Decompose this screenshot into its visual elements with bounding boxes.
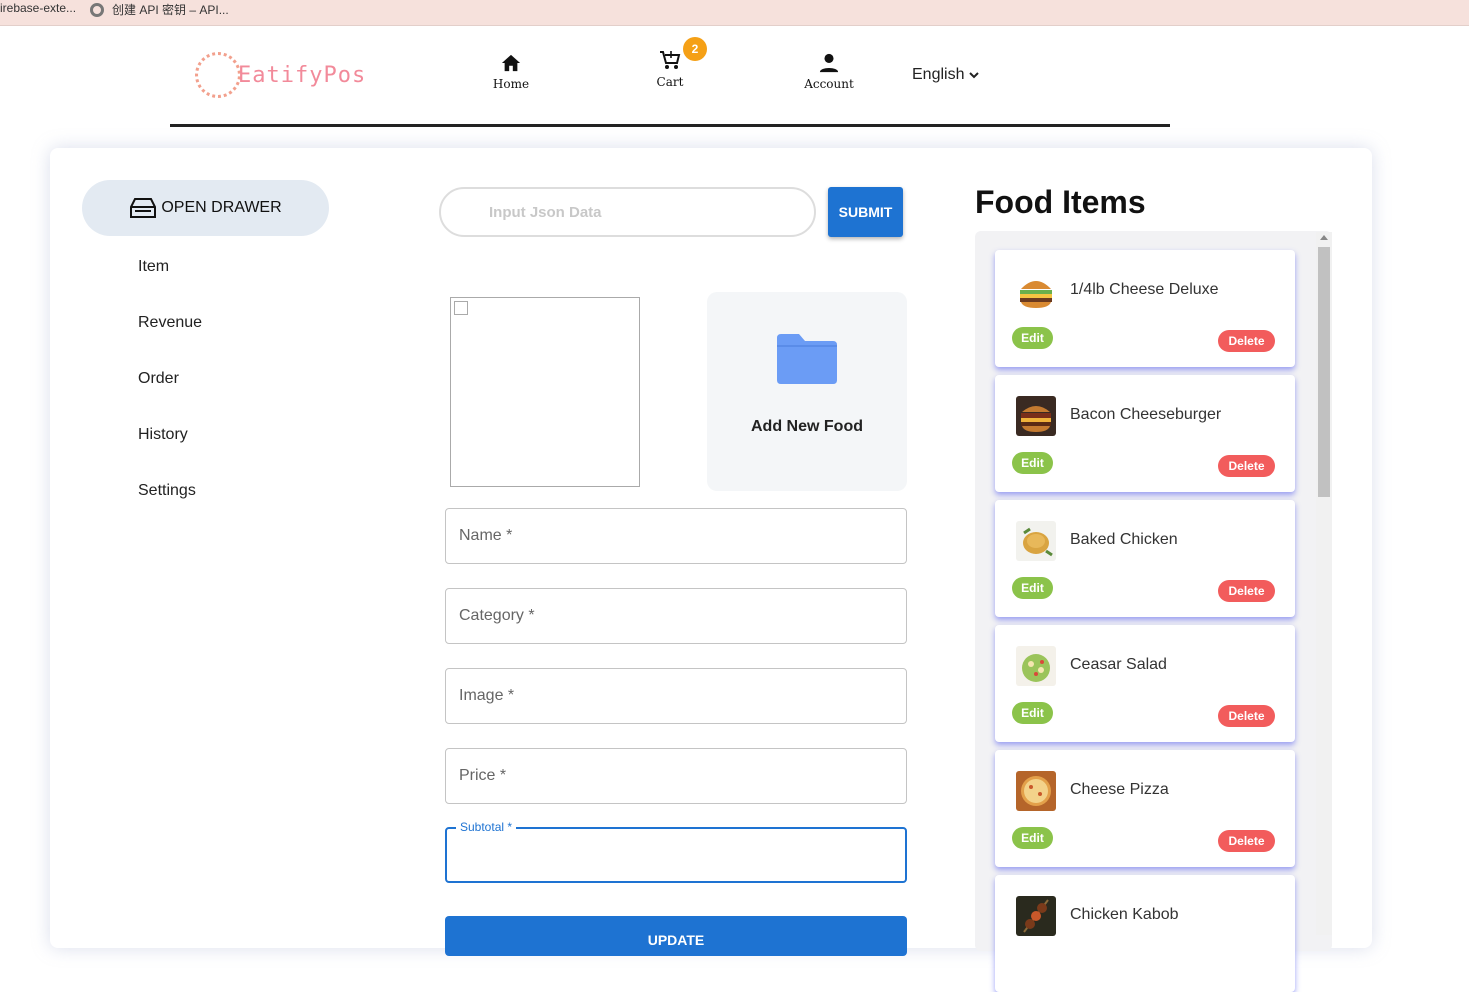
subtotal-field-label: Subtotal * xyxy=(456,820,517,834)
language-label: English xyxy=(912,66,965,83)
food-name: Cheese Pizza xyxy=(1070,781,1169,798)
burger-icon xyxy=(1016,271,1056,311)
salad-icon xyxy=(1016,646,1056,686)
sidebar-item-settings[interactable]: Settings xyxy=(138,482,196,500)
food-name: Baked Chicken xyxy=(1070,531,1178,548)
drawer-icon xyxy=(130,198,157,218)
food-items-title: Food Items xyxy=(975,184,1146,220)
chicken-icon xyxy=(1016,521,1056,561)
logo[interactable]: EatifyPos xyxy=(195,52,366,98)
food-list-scrollbar[interactable] xyxy=(1316,232,1332,935)
scroll-up-icon[interactable] xyxy=(1320,235,1328,240)
bookmarks-bar: irebase-exte... 创建 API 密钥 – API... xyxy=(0,0,1469,26)
edit-button[interactable]: Edit xyxy=(1012,702,1053,724)
folder-icon xyxy=(777,334,837,384)
list-item[interactable]: Baked Chicken Edit Delete xyxy=(995,500,1295,617)
update-button[interactable]: UPDATE xyxy=(445,916,907,956)
price-field[interactable]: Price * xyxy=(445,748,907,804)
open-drawer-button[interactable]: OPEN DRAWER xyxy=(82,180,329,236)
list-item[interactable]: Bacon Cheeseburger Edit Delete xyxy=(995,375,1295,492)
food-name: Bacon Cheeseburger xyxy=(1070,406,1222,423)
add-new-food-label: Add New Food xyxy=(751,418,863,435)
pizza-icon xyxy=(1016,771,1056,811)
header-divider xyxy=(170,124,1170,127)
delete-button[interactable]: Delete xyxy=(1218,455,1275,477)
nav-home[interactable]: Home xyxy=(484,53,538,91)
food-name: Chicken Kabob xyxy=(1070,906,1179,923)
person-icon xyxy=(819,53,839,73)
name-field-label: Name * xyxy=(459,527,513,544)
nav-home-label: Home xyxy=(492,77,530,91)
delete-button[interactable]: Delete xyxy=(1218,330,1275,352)
gear-icon xyxy=(90,2,104,17)
bookmark-firebase[interactable]: irebase-exte... xyxy=(0,1,76,15)
category-field[interactable]: Category * xyxy=(445,588,907,644)
delete-button[interactable]: Delete xyxy=(1218,580,1275,602)
submit-button[interactable]: SUBMIT xyxy=(828,187,903,237)
nav-account-label: Account xyxy=(804,77,854,91)
bookmark-api-key-label: 创建 API 密钥 – API... xyxy=(112,3,229,17)
sidebar-item-item[interactable]: Item xyxy=(138,258,169,276)
nav-cart-label: Cart xyxy=(656,75,684,89)
list-item[interactable]: 1/4lb Cheese Deluxe Edit Delete xyxy=(995,250,1295,367)
price-field-label: Price * xyxy=(459,767,507,784)
sidebar-item-order[interactable]: Order xyxy=(138,370,179,388)
language-select[interactable]: English xyxy=(912,66,980,84)
logo-text: EatifyPos xyxy=(238,62,367,88)
edit-button[interactable]: Edit xyxy=(1012,327,1053,349)
list-item[interactable]: Chicken Kabob xyxy=(995,875,1295,992)
category-field-label: Category * xyxy=(459,607,535,624)
nav-account[interactable]: Account xyxy=(796,53,862,91)
json-data-input[interactable] xyxy=(439,187,816,237)
food-name: Ceasar Salad xyxy=(1070,656,1167,673)
cart-count-badge: 2 xyxy=(683,37,707,61)
delete-button[interactable]: Delete xyxy=(1218,705,1275,727)
chevron-down-icon xyxy=(969,72,980,79)
bookmark-api-key[interactable]: 创建 API 密钥 – API... xyxy=(90,1,229,18)
delete-button[interactable]: Delete xyxy=(1218,830,1275,852)
kabob-icon xyxy=(1016,896,1056,936)
food-name: 1/4lb Cheese Deluxe xyxy=(1070,281,1219,298)
cart-icon xyxy=(660,51,681,69)
image-field-label: Image * xyxy=(459,687,515,704)
scroll-thumb[interactable] xyxy=(1318,247,1330,497)
home-icon xyxy=(501,54,521,72)
burger-icon xyxy=(1016,396,1056,436)
add-new-food-button[interactable]: Add New Food xyxy=(707,292,907,491)
open-drawer-label: OPEN DRAWER xyxy=(161,199,282,216)
edit-button[interactable]: Edit xyxy=(1012,827,1053,849)
broken-image-icon xyxy=(454,301,468,315)
image-field[interactable]: Image * xyxy=(445,668,907,724)
list-item[interactable]: Cheese Pizza Edit Delete xyxy=(995,750,1295,867)
list-item[interactable]: Ceasar Salad Edit Delete xyxy=(995,625,1295,742)
edit-button[interactable]: Edit xyxy=(1012,577,1053,599)
sidebar-item-history[interactable]: History xyxy=(138,426,188,444)
subtotal-field[interactable]: Subtotal * xyxy=(445,820,907,883)
image-preview xyxy=(450,297,640,487)
name-field[interactable]: Name * xyxy=(445,508,907,564)
nav-cart[interactable]: Cart 2 xyxy=(645,37,707,89)
logo-ring-icon xyxy=(195,52,241,98)
edit-button[interactable]: Edit xyxy=(1012,452,1053,474)
sidebar-item-revenue[interactable]: Revenue xyxy=(138,314,202,332)
